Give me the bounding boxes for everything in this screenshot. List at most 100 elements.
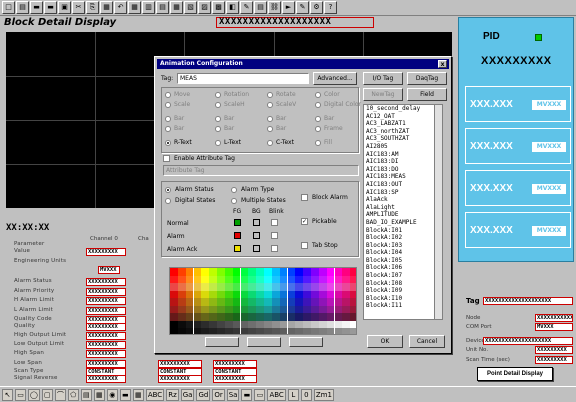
color-cell[interactable] [264, 268, 272, 276]
color-cell[interactable] [170, 328, 178, 334]
color-cell[interactable] [318, 328, 327, 334]
color-cell[interactable] [248, 283, 257, 291]
color-cell[interactable] [350, 275, 356, 284]
bar-option-radio[interactable] [267, 116, 273, 122]
palette-tool-6[interactable]: ▤ [80, 388, 92, 401]
color-cell[interactable] [295, 313, 304, 321]
tag-list-item[interactable]: AIC183:AM [364, 151, 442, 159]
color-cell[interactable] [185, 298, 194, 306]
palette-tool-2[interactable]: ◯ [28, 388, 40, 401]
color-cell[interactable] [311, 305, 319, 314]
palette-tool-7[interactable]: ▦ [93, 388, 105, 401]
palette-tool-9[interactable]: ▬ [119, 388, 131, 401]
color-cell[interactable] [170, 283, 178, 291]
color-cell[interactable] [193, 313, 202, 321]
color-cell[interactable] [170, 275, 178, 284]
cut-icon[interactable]: ✂ [72, 1, 85, 14]
color-palette-grid[interactable] [169, 267, 357, 335]
color-cell[interactable] [248, 268, 257, 276]
color-cell[interactable] [342, 305, 351, 314]
palette-tool-1[interactable]: ▭ [15, 388, 26, 401]
color-cell[interactable] [271, 290, 280, 299]
color-cell[interactable] [232, 275, 241, 284]
color-cell[interactable] [334, 283, 343, 291]
color-cell[interactable] [271, 305, 280, 314]
color-cell[interactable] [350, 290, 356, 299]
color-cell[interactable] [295, 305, 304, 314]
attribute-tag-input[interactable]: Attribute Tag [163, 165, 359, 176]
detail-value-field[interactable]: XXXXXXXXX [213, 360, 257, 368]
color-cell[interactable] [256, 283, 264, 291]
palette-tool-0[interactable]: ↖ [2, 388, 13, 401]
block-alarm-checkbox[interactable] [301, 194, 308, 201]
color-cell[interactable] [326, 328, 335, 334]
color-cell[interactable] [209, 298, 217, 306]
tag-list-scrollbar[interactable] [434, 105, 442, 319]
text-option-radio[interactable] [315, 140, 321, 146]
palette-tool-11[interactable]: ABC [145, 388, 165, 401]
tag-list-item[interactable]: BlockA:I06 [364, 264, 442, 272]
cancel-button[interactable]: Cancel [409, 335, 445, 348]
color-cell[interactable] [287, 290, 296, 299]
detail-value-field[interactable]: XXXXXXXXX [86, 350, 126, 358]
color-cell[interactable] [334, 313, 343, 321]
print-icon[interactable]: ▣ [58, 1, 71, 14]
tag-list-item[interactable]: AC3_northZAT [364, 128, 442, 136]
color-cell[interactable] [287, 320, 296, 329]
color-cell[interactable] [264, 320, 272, 329]
color-cell[interactable] [318, 320, 327, 329]
color-cell[interactable] [350, 305, 356, 314]
color-cell[interactable] [217, 268, 225, 276]
tag-list-item[interactable]: AC12_OAT [364, 113, 442, 121]
custom-color-3[interactable] [289, 337, 323, 347]
color-cell[interactable] [185, 275, 194, 284]
info-value-field[interactable]: XXXXXXXXX [535, 356, 573, 364]
new-icon[interactable]: □ [2, 1, 15, 14]
color-cell[interactable] [256, 268, 264, 276]
color-cell[interactable] [303, 298, 311, 306]
tag-list-item[interactable]: BlockA:I11 [364, 302, 442, 310]
color-cell[interactable] [350, 283, 356, 291]
tag-input[interactable]: MEAS [177, 73, 309, 84]
color-cell[interactable] [256, 290, 264, 299]
color-cell[interactable] [232, 283, 241, 291]
alarm-fg-swatch[interactable] [234, 232, 241, 239]
color-cell[interactable] [193, 290, 202, 299]
color-cell[interactable] [217, 328, 225, 334]
color-cell[interactable] [193, 320, 202, 329]
color-cell[interactable] [209, 268, 217, 276]
palette-tool-16[interactable]: Sa [226, 388, 240, 401]
color-cell[interactable] [264, 328, 272, 334]
detail-value-field[interactable]: XXXXXXXXX [158, 375, 202, 383]
color-cell[interactable] [271, 283, 280, 291]
color-cell[interactable] [264, 298, 272, 306]
color-cell[interactable] [177, 313, 186, 321]
color-cell[interactable] [311, 283, 319, 291]
color-cell[interactable] [295, 268, 304, 276]
color-cell[interactable] [350, 320, 356, 329]
bar-option-radio[interactable] [165, 116, 171, 122]
color-cell[interactable] [311, 290, 319, 299]
color-cell[interactable] [240, 328, 249, 334]
color-cell[interactable] [193, 305, 202, 314]
help-icon[interactable]: ? [324, 1, 337, 14]
color-cell[interactable] [232, 320, 241, 329]
color-cell[interactable] [177, 290, 186, 299]
color-cell[interactable] [177, 283, 186, 291]
color-cell[interactable] [217, 313, 225, 321]
color-cell[interactable] [201, 298, 210, 306]
color-cell[interactable] [326, 283, 335, 291]
close-button[interactable]: x [438, 60, 447, 68]
color-cell[interactable] [326, 298, 335, 306]
color-cell[interactable] [303, 328, 311, 334]
group-icon[interactable]: ▦ [170, 1, 183, 14]
color-cell[interactable] [256, 275, 264, 284]
detail-value-field[interactable]: XXXXXXXXX [86, 323, 126, 331]
bar-option-radio[interactable] [165, 126, 171, 132]
color-cell[interactable] [177, 320, 186, 329]
palette-tool-13[interactable]: Ga [180, 388, 195, 401]
color-cell[interactable] [271, 328, 280, 334]
color-cell[interactable] [209, 283, 217, 291]
color-cell[interactable] [193, 275, 202, 284]
color-cell[interactable] [279, 328, 288, 334]
